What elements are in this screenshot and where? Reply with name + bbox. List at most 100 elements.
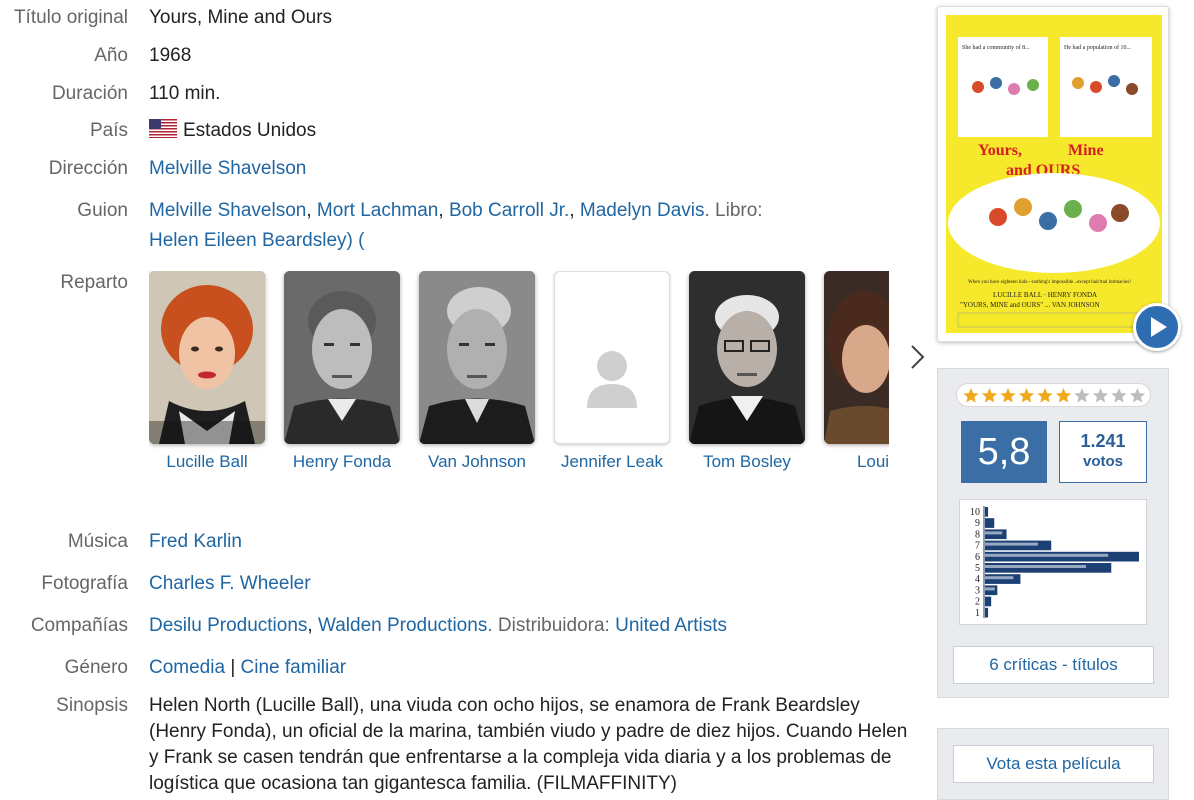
- cast-item[interactable]: Henry Fonda: [284, 271, 400, 472]
- play-icon: [1151, 317, 1167, 337]
- cast-photo[interactable]: [149, 271, 265, 444]
- row-musica: Música Fred Karlin: [0, 527, 910, 557]
- distributor-link[interactable]: United Artists: [615, 615, 727, 636]
- cast-item[interactable]: Lucille Ball: [149, 271, 265, 472]
- star-icon[interactable]: [1111, 388, 1127, 403]
- histogram-label: 5: [975, 563, 980, 574]
- star-icon[interactable]: [1092, 388, 1109, 403]
- star-icon[interactable]: [963, 388, 979, 403]
- screenplay-value: Melville Shavelson, Mort Lachman, Bob Ca…: [149, 200, 763, 251]
- histogram-label: 1: [975, 608, 980, 619]
- label-reparto: Reparto: [60, 272, 128, 293]
- writer-link[interactable]: Mort Lachman: [317, 200, 438, 221]
- histogram-label: 2: [975, 597, 980, 608]
- cast-item[interactable]: Jennifer Leak: [554, 271, 670, 472]
- cast-name-link[interactable]: Henry Fonda: [284, 452, 400, 472]
- histogram-bar-highlight: [985, 542, 1038, 546]
- row-sinopsis: Sinopsis Helen North (Lucille Ball), una…: [0, 691, 910, 794]
- companies-value: Desilu Productions, Walden Productions. …: [149, 615, 728, 636]
- row-fotografia: Fotografía Charles F. Wheeler: [0, 569, 910, 599]
- genre-link[interactable]: Cine familiar: [241, 657, 347, 678]
- writer-link[interactable]: Melville Shavelson: [149, 200, 306, 221]
- cast-photo[interactable]: [824, 271, 889, 444]
- star-icon[interactable]: [981, 388, 998, 403]
- poster-title-1: Yours,: [978, 142, 1022, 159]
- votes-count-box: 1.241 votos: [1059, 421, 1147, 483]
- star-icon[interactable]: [1074, 388, 1090, 403]
- histogram-bar-highlight: [985, 587, 995, 591]
- star-icon[interactable]: [1055, 388, 1072, 403]
- chevron-right-icon[interactable]: [905, 342, 929, 372]
- row-genero: Género Comedia | Cine familiar: [0, 653, 910, 683]
- cast-photo[interactable]: [689, 271, 805, 444]
- cast-name-link[interactable]: Van Johnson: [419, 452, 535, 472]
- poster-title-2: Mine: [1068, 142, 1104, 159]
- label-titulo-original: Título original: [13, 7, 128, 28]
- writer-link[interactable]: Madelyn Davis: [580, 200, 705, 221]
- genre-link[interactable]: Comedia: [149, 657, 225, 678]
- play-trailer-button[interactable]: [1133, 303, 1181, 351]
- histogram-bar-highlight: [985, 531, 1003, 535]
- histogram-label: 10: [970, 507, 980, 518]
- cast-item[interactable]: Van Johnson: [419, 271, 535, 472]
- histogram-bar: [985, 607, 989, 618]
- histogram-bar: [985, 507, 989, 517]
- critics-button[interactable]: 6 críticas - títulos: [953, 646, 1154, 684]
- star-icon-row: [963, 388, 1146, 403]
- histogram-label: 7: [975, 541, 980, 552]
- poster-tagline: When you have eighteen kids—nothing's im…: [968, 280, 1131, 285]
- year-value: 1968: [149, 45, 192, 66]
- vote-panel: Vota esta película: [937, 728, 1169, 800]
- histogram-bar-highlight: [985, 565, 1087, 568]
- cast-carousel: Lucille Ball Henry Fonda Van Johnson Jen…: [149, 271, 889, 481]
- vote-movie-button[interactable]: Vota esta película: [953, 745, 1154, 783]
- poster-top-left-text: She had a community of 8...: [962, 44, 1030, 51]
- cast-item[interactable]: Tom Bosley: [689, 271, 805, 472]
- poster-credits-1: LUCILLE BALL · HENRY FONDA: [993, 291, 1097, 299]
- rating-histogram: 10 9 8 7 6 5 4 3 2 1: [959, 499, 1147, 625]
- votes-count: 1.241: [1080, 431, 1126, 451]
- star-icon[interactable]: [1129, 388, 1146, 403]
- star-icon[interactable]: [1000, 388, 1016, 403]
- original-title: Yours, Mine and Ours: [149, 7, 333, 28]
- us-flag-icon: [149, 119, 177, 138]
- genre-separator: |: [230, 657, 236, 678]
- label-genero: Género: [64, 657, 128, 678]
- cast-photo-placeholder[interactable]: [554, 271, 670, 444]
- histogram-label: 6: [975, 552, 980, 563]
- country-name: Estados Unidos: [183, 120, 317, 141]
- label-guion: Guion: [77, 200, 128, 221]
- director-link[interactable]: Melville Shavelson: [149, 158, 306, 179]
- label-sinopsis: Sinopsis: [56, 695, 128, 716]
- histogram-bar-highlight: [985, 576, 1014, 580]
- histogram-label: 8: [975, 529, 980, 540]
- cast-name-link[interactable]: Tom Bosley: [689, 452, 805, 472]
- star-icon[interactable]: [1037, 388, 1053, 403]
- row-companias: Compañías Desilu Productions, Walden Pro…: [0, 611, 910, 641]
- writer-link[interactable]: Bob Carroll Jr.: [449, 200, 569, 221]
- cast-item[interactable]: Louise: [824, 271, 889, 472]
- cast-name-link[interactable]: Louise: [824, 452, 889, 472]
- row-anio: Año 1968: [0, 41, 910, 71]
- user-rating-stars[interactable]: [956, 383, 1151, 407]
- row-duracion: Duración 110 min.: [0, 79, 910, 109]
- composer-link[interactable]: Fred Karlin: [149, 531, 242, 552]
- cast-photo[interactable]: [419, 271, 535, 444]
- poster-top-right-text: He had a population of 10...: [1064, 44, 1131, 51]
- votes-label: votos: [1082, 453, 1123, 470]
- movie-poster[interactable]: She had a community of 8... He had a pop…: [937, 6, 1169, 342]
- person-placeholder-icon: [587, 351, 637, 408]
- cinematographer-link[interactable]: Charles F. Wheeler: [149, 573, 311, 594]
- company-link[interactable]: Walden Productions: [318, 615, 487, 636]
- book-author-link[interactable]: Helen Eileen Beardsley) (: [149, 230, 364, 251]
- histogram-bar: [985, 518, 995, 528]
- label-pais: País: [89, 120, 128, 141]
- rating-panel: 5,8 1.241 votos 10 9 8 7 6 5 4 3 2 1 6 críticas -…: [937, 368, 1169, 698]
- country-value: Estados Unidos: [149, 116, 909, 146]
- star-icon[interactable]: [1018, 388, 1035, 403]
- company-link[interactable]: Desilu Productions: [149, 615, 307, 636]
- histogram-bar-highlight: [985, 553, 1109, 557]
- cast-name-link[interactable]: Jennifer Leak: [554, 452, 670, 472]
- cast-name-link[interactable]: Lucille Ball: [149, 452, 265, 472]
- cast-photo[interactable]: [284, 271, 400, 444]
